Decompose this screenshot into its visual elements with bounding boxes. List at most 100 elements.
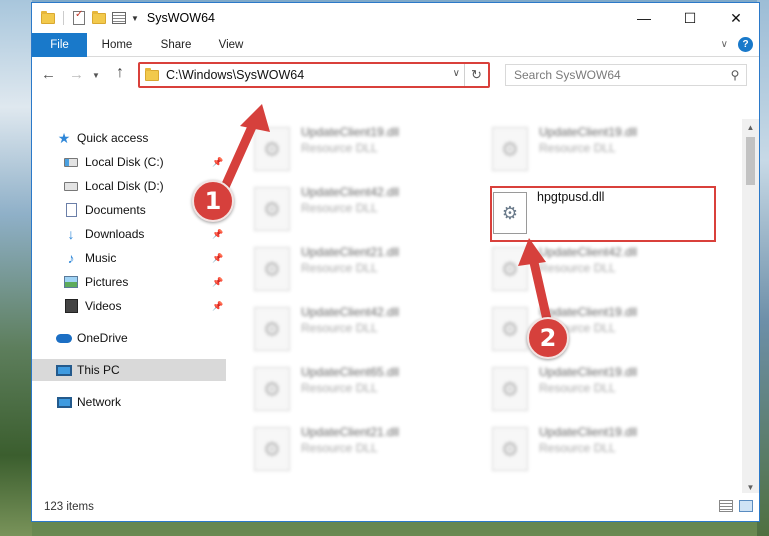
file-type: Resource DLL	[301, 321, 378, 335]
nav-item-label: Network	[77, 395, 122, 409]
downloads-icon: ↓	[67, 226, 75, 242]
expand-ribbon-icon[interactable]: ∨	[721, 39, 728, 50]
search-icon[interactable]: ⚲	[724, 68, 746, 82]
title-bar: ▼ SysWOW64 — ☐ ✕	[32, 3, 759, 33]
tiles-view-icon[interactable]	[739, 500, 753, 512]
nav-item-label: Quick access	[77, 131, 149, 145]
file-name: UpdateClient65.dll	[301, 365, 400, 379]
refresh-icon[interactable]: ↻	[464, 64, 488, 86]
file-item[interactable]: ⚙ UpdateClient19.dll Resource DLL	[484, 361, 714, 417]
file-type: Resource DLL	[301, 381, 378, 395]
file-type: Resource DLL	[539, 381, 616, 395]
folder-icon	[40, 10, 56, 26]
pin-icon: 📌	[212, 276, 224, 287]
nav-item-local-disk-c[interactable]: Local Disk (C:) 📌	[32, 151, 226, 173]
view-toggle	[719, 500, 753, 512]
folder-icon	[145, 67, 159, 81]
back-arrow-icon[interactable]: ←	[41, 66, 56, 83]
up-arrow-icon[interactable]: ↑	[116, 64, 124, 82]
customize-toolbar-dropdown-icon[interactable]: ▼	[131, 14, 139, 23]
file-item[interactable]: ⚙ UpdateClient19.dll Resource DLL	[484, 301, 714, 357]
nav-item-music[interactable]: ♪ Music 📌	[32, 247, 226, 269]
onedrive-icon	[56, 330, 72, 346]
search-box[interactable]: Search SysWOW64 ⚲	[505, 64, 747, 86]
this-pc-icon	[56, 362, 72, 378]
dll-file-icon: ⚙	[492, 367, 528, 411]
ribbon-right-controls: ∨ ?	[721, 37, 753, 52]
videos-icon	[63, 298, 79, 314]
address-row: ← → ▼ ↑ C:\Windows\SysWOW64 ∨ ↻ Search S…	[32, 58, 759, 92]
file-name: UpdateClient19.dll	[539, 365, 638, 379]
properties-icon[interactable]	[71, 9, 87, 26]
scroll-up-icon[interactable]: ▲	[742, 119, 759, 135]
address-dropdown-icon[interactable]: ∨	[453, 68, 460, 79]
tab-share[interactable]: Share	[156, 33, 196, 57]
navigation-pane: ★ Quick access Local Disk (C:) 📌 Local D…	[32, 123, 226, 493]
tab-file[interactable]: File	[32, 33, 87, 57]
nav-item-label: OneDrive	[77, 331, 128, 345]
nav-item-onedrive[interactable]: OneDrive	[32, 327, 226, 349]
window-controls: — ☐ ✕	[621, 3, 759, 33]
dll-file-icon: ⚙	[254, 127, 290, 171]
ribbon-tabs: File Home Share View ∨ ?	[32, 33, 759, 57]
file-item[interactable]: ⚙ UpdateClient19.dll Resource DLL	[484, 421, 714, 477]
nav-item-videos[interactable]: Videos 📌	[32, 295, 226, 317]
file-name: UpdateClient19.dll	[301, 125, 400, 139]
file-item[interactable]: ⚙ UpdateClient19.dll Resource DLL	[484, 121, 714, 177]
file-type: Resource DLL	[301, 441, 378, 455]
address-bar[interactable]: C:\Windows\SysWOW64 ∨ ↻	[138, 62, 490, 88]
close-button[interactable]: ✕	[713, 3, 759, 33]
search-placeholder[interactable]: Search SysWOW64	[506, 68, 724, 82]
dll-file-icon: ⚙	[254, 367, 290, 411]
minimize-button[interactable]: —	[621, 3, 667, 33]
dll-file-icon: ⚙	[254, 187, 290, 231]
tab-home[interactable]: Home	[98, 33, 136, 57]
tab-view[interactable]: View	[214, 33, 248, 57]
nav-item-label: Music	[85, 251, 117, 265]
new-folder-icon[interactable]	[91, 10, 107, 26]
step-2-badge: 2	[527, 317, 569, 359]
file-type: Resource DLL	[301, 201, 378, 215]
nav-item-label: Local Disk (C:)	[85, 155, 164, 169]
quick-access-toolbar: ▼	[32, 9, 139, 26]
drive-icon	[63, 154, 79, 170]
nav-item-downloads[interactable]: ↓ Downloads 📌	[32, 223, 226, 245]
nav-item-label: Videos	[85, 299, 122, 313]
explorer-window: ▼ SysWOW64 — ☐ ✕ File Home Share View ∨ …	[31, 2, 760, 522]
file-item[interactable]: ⚙ UpdateClient21.dll Resource DLL	[246, 241, 476, 297]
help-icon[interactable]: ?	[738, 37, 753, 52]
file-item[interactable]: ⚙ UpdateClient21.dll Resource DLL	[246, 421, 476, 477]
nav-item-quick-access[interactable]: ★ Quick access	[32, 127, 226, 149]
desktop-wallpaper-left	[0, 0, 32, 536]
file-name: UpdateClient21.dll	[301, 425, 400, 439]
scrollbar-thumb[interactable]	[746, 137, 755, 185]
file-type: Resource DLL	[539, 261, 616, 275]
file-item[interactable]: ⚙ UpdateClient65.dll Resource DLL	[246, 361, 476, 417]
details-view-icon[interactable]	[719, 500, 733, 512]
file-name: UpdateClient19.dll	[539, 425, 638, 439]
file-type: Resource DLL	[301, 261, 378, 275]
file-item[interactable]: ⚙ UpdateClient42.dll Resource DLL	[246, 301, 476, 357]
forward-arrow-icon[interactable]: →	[69, 66, 84, 83]
drive-icon	[63, 178, 79, 194]
dll-file-icon: ⚙	[254, 427, 290, 471]
file-name: UpdateClient19.dll	[539, 125, 638, 139]
vertical-scrollbar[interactable]: ▲ ▼	[742, 119, 759, 495]
address-path[interactable]: C:\Windows\SysWOW64	[166, 68, 304, 82]
pin-icon: 📌	[212, 156, 224, 167]
music-icon: ♪	[67, 250, 75, 266]
file-type: Resource DLL	[301, 141, 378, 155]
nav-item-pictures[interactable]: Pictures 📌	[32, 271, 226, 293]
dll-file-icon: ⚙	[254, 307, 290, 351]
file-item[interactable]: ⚙ UpdateClient19.dll Resource DLL	[246, 121, 476, 177]
file-item[interactable]: ⚙ UpdateClient42.dll Resource DLL	[484, 241, 714, 297]
star-icon: ★	[57, 129, 71, 146]
view-options-icon[interactable]	[111, 10, 127, 26]
nav-item-this-pc[interactable]: This PC	[32, 359, 226, 381]
file-item[interactable]: ⚙ UpdateClient42.dll Resource DLL	[246, 181, 476, 237]
file-type: Resource DLL	[539, 441, 616, 455]
recent-locations-dropdown-icon[interactable]: ▼	[92, 71, 100, 80]
pictures-icon	[63, 274, 79, 290]
maximize-button[interactable]: ☐	[667, 3, 713, 33]
nav-item-network[interactable]: Network	[32, 391, 226, 413]
